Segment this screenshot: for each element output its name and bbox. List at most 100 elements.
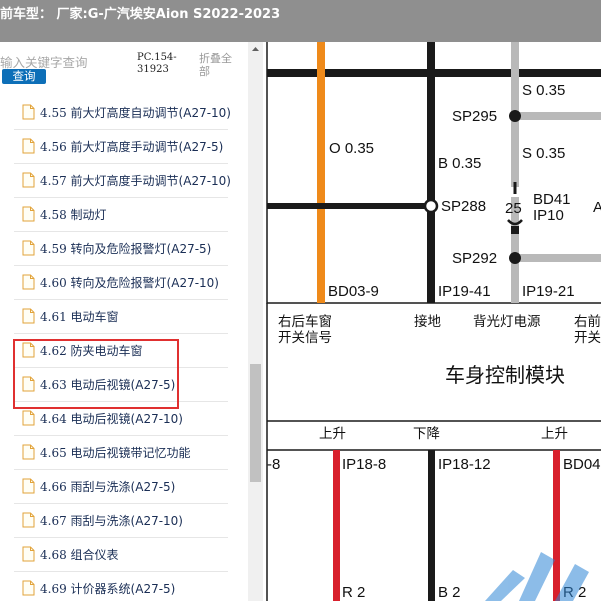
tree-item-label: 4.57 前大灯高度手动调节(A27-10) <box>40 172 231 189</box>
label-ip188: IP18-8 <box>342 456 386 473</box>
label-sp295: SP295 <box>452 108 497 125</box>
tree-item-label: 4.58 制动灯 <box>40 206 107 223</box>
tree-item[interactable]: 4.59 转向及危险报警灯(A27-5) <box>0 232 248 266</box>
label-up-2: 上升 <box>541 426 568 442</box>
collapse-line1: 折叠全 <box>199 52 232 65</box>
tree-item[interactable]: 4.63 电动后视镜(A27-5) <box>0 368 248 402</box>
label-ground: 接地 <box>414 313 441 330</box>
tree-item-number: 4.57 <box>40 174 67 188</box>
document-icon <box>22 580 35 596</box>
tree-item-number: 4.68 <box>40 548 67 562</box>
document-icon <box>22 376 35 392</box>
tree-item-label: 4.66 雨刮与洗涤(A27-5) <box>40 478 175 495</box>
document-icon <box>22 478 35 494</box>
tree-item[interactable]: 4.69 计价器系统(A27-5) <box>0 572 248 601</box>
wire-gray-h1 <box>519 112 601 120</box>
label-down: 下降 <box>413 426 440 442</box>
tree-item[interactable]: 4.56 前大灯高度手动调节(A27-5) <box>0 130 248 164</box>
document-icon <box>22 104 35 120</box>
connector-pin-bottom <box>511 226 519 234</box>
label-rear-window-1: 右后车窗 <box>278 313 332 330</box>
window-title: 前车型： 厂家:G-广汽埃安Aion S2022-2023 <box>0 7 281 22</box>
wiring-diagram: S 0.35 SP295 O 0.35 B 0.35 S 0.35 BD41 I… <box>263 42 601 601</box>
tree-item[interactable]: 4.66 雨刮与洗涤(A27-5) <box>0 470 248 504</box>
wire-gray-h2 <box>519 254 601 262</box>
tree-item-label: 4.60 转向及危险报警灯(A27-10) <box>40 274 219 291</box>
tree-item-number: 4.62 <box>40 344 67 358</box>
tree-item-number: 4.67 <box>40 514 67 528</box>
label-connector-25: 25 <box>505 200 522 217</box>
label-a: A <box>593 199 601 216</box>
document-icon <box>22 444 35 460</box>
document-icon <box>22 138 35 154</box>
tree-item-number: 4.59 <box>40 242 67 256</box>
vertical-scrollbar[interactable] <box>248 42 263 601</box>
tree-item-text: 制动灯 <box>70 208 107 222</box>
tree-item-text: 雨刮与洗涤(A27-5) <box>70 480 176 494</box>
document-icon <box>22 512 35 528</box>
tree-item[interactable]: 4.67 雨刮与洗涤(A27-10) <box>0 504 248 538</box>
splice-sp295 <box>509 110 521 122</box>
label-b2: B 2 <box>438 584 461 601</box>
wire-black-h-sp288 <box>267 203 431 209</box>
label-sp288: SP288 <box>441 198 486 215</box>
pc-code: PC.154- 31923 <box>137 52 177 76</box>
tree-item-text: 电动后视镜(A27-10) <box>70 412 183 426</box>
tree-item[interactable]: 4.57 前大灯高度手动调节(A27-10) <box>0 164 248 198</box>
document-icon <box>22 172 35 188</box>
tree-item-text: 雨刮与洗涤(A27-10) <box>70 514 183 528</box>
label-r2-a: R 2 <box>342 584 365 601</box>
document-icon <box>22 206 35 222</box>
pc-code-line2: 31923 <box>137 64 169 75</box>
label-backlight: 背光灯电源 <box>473 314 541 330</box>
label-up-1: 上升 <box>319 426 346 442</box>
tree-item-number: 4.69 <box>40 582 67 596</box>
tree-item-number: 4.63 <box>40 378 67 392</box>
tree-item[interactable]: 4.62 防夹电动车窗 <box>0 334 248 368</box>
tree-item-number: 4.61 <box>40 310 67 324</box>
tree-item-text: 电动后视镜(A27-5) <box>70 378 176 392</box>
label-b035: B 0.35 <box>438 155 481 172</box>
document-icon <box>22 546 35 562</box>
label-o035: O 0.35 <box>329 140 374 157</box>
tree-item-number: 4.55 <box>40 106 67 120</box>
collapse-all-button[interactable]: 折叠全 部 <box>199 52 239 78</box>
tree-item-number: 4.66 <box>40 480 67 494</box>
scroll-thumb[interactable] <box>250 364 261 482</box>
label-bd41: BD41 <box>533 191 571 208</box>
tree-item-text: 前大灯高度自动调节(A27-10) <box>70 106 231 120</box>
tree-item-label: 4.67 雨刮与洗涤(A27-10) <box>40 512 183 529</box>
label-s035-b: S 0.35 <box>522 145 565 162</box>
tree-item[interactable]: 4.58 制动灯 <box>0 198 248 232</box>
tree-item[interactable]: 4.65 电动后视镜带记忆功能 <box>0 436 248 470</box>
label-rear-window-2: 开关信号 <box>278 330 332 346</box>
tree-item[interactable]: 4.61 电动车窗 <box>0 300 248 334</box>
label-ip1941: IP19-41 <box>438 283 491 300</box>
tree-item-label: 4.56 前大灯高度手动调节(A27-5) <box>40 138 223 155</box>
tree-item[interactable]: 4.60 转向及危险报警灯(A27-10) <box>0 266 248 300</box>
scroll-up-arrow-icon[interactable] <box>248 42 263 56</box>
tree-item-number: 4.56 <box>40 140 67 154</box>
tree-item[interactable]: 4.68 组合仪表 <box>0 538 248 572</box>
document-icon <box>22 410 35 426</box>
tree-item[interactable]: 4.64 电动后视镜(A27-10) <box>0 402 248 436</box>
tree-item[interactable]: 4.55 前大灯高度自动调节(A27-10) <box>0 96 248 130</box>
left-panel: 查询 PC.154- 31923 折叠全 部 4.55 前大灯高度自动调节(A2… <box>0 42 263 601</box>
document-icon <box>22 274 35 290</box>
tree-item-label: 4.64 电动后视镜(A27-10) <box>40 410 183 427</box>
search-button[interactable]: 查询 <box>2 69 46 84</box>
watermark-stroke-1 <box>485 570 525 601</box>
wire-red-left <box>333 450 340 601</box>
tree-item-label: 4.69 计价器系统(A27-5) <box>40 580 175 597</box>
label-sp292: SP292 <box>452 250 497 267</box>
label-right-front-2: 开关 <box>574 330 601 346</box>
tree-item-number: 4.64 <box>40 412 67 426</box>
watermark-logo <box>485 552 589 601</box>
document-icon <box>22 240 35 256</box>
search-row: 查询 PC.154- 31923 折叠全 部 <box>0 42 263 96</box>
tree-item-text: 组合仪表 <box>70 548 119 562</box>
pc-code-line1: PC.154- <box>137 52 177 63</box>
collapse-line2: 部 <box>199 65 210 78</box>
document-icon <box>22 342 35 358</box>
document-tree: 4.55 前大灯高度自动调节(A27-10) 4.56 前大灯高度手动调节(A27… <box>0 96 248 601</box>
